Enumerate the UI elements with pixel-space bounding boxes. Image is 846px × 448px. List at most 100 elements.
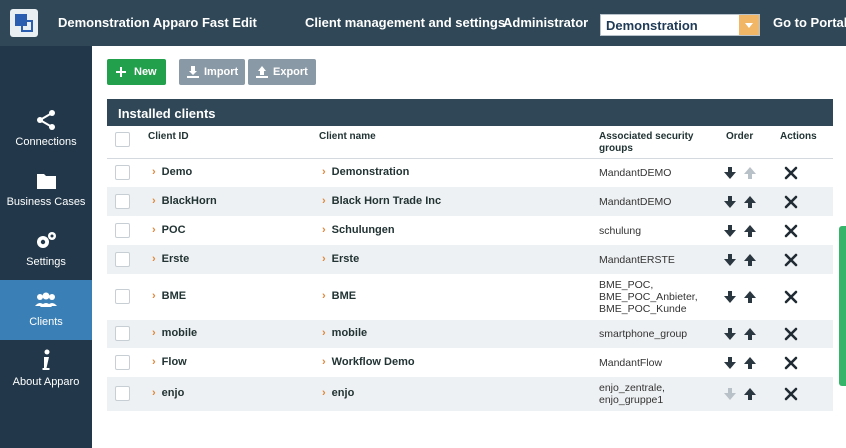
- column-header-client-id[interactable]: Client ID: [148, 131, 189, 143]
- nav-client-management[interactable]: Client management and settings: [305, 15, 505, 30]
- delete-icon[interactable]: [784, 224, 798, 238]
- arrow-up-icon[interactable]: [743, 356, 757, 370]
- delete-icon[interactable]: [784, 327, 798, 341]
- top-bar: Demonstration Apparo Fast Edit Client ma…: [0, 0, 846, 46]
- row-checkbox[interactable]: [115, 165, 130, 180]
- arrow-down-icon[interactable]: [723, 327, 737, 341]
- client-name: Black Horn Trade Inc: [331, 194, 442, 207]
- client-name-link[interactable]: › BME: [322, 290, 356, 302]
- security-group: MandantFlow: [599, 356, 663, 369]
- client-name-link[interactable]: › Schulungen: [322, 224, 395, 236]
- client-id-link[interactable]: › mobile: [152, 327, 197, 339]
- security-group: MandantERSTE: [599, 253, 675, 266]
- client-name-link[interactable]: › Erste: [322, 253, 359, 265]
- client-id: BME: [161, 290, 187, 302]
- client-id: Flow: [161, 355, 187, 368]
- arrow-up-icon[interactable]: [743, 195, 757, 209]
- arrow-up-icon[interactable]: [743, 327, 757, 341]
- arrow-down-icon[interactable]: [723, 253, 737, 267]
- chevron-right-icon: ›: [322, 252, 326, 265]
- column-header-groups-line2: groups: [599, 143, 633, 154]
- row-checkbox[interactable]: [115, 193, 130, 209]
- sidebar-item-business-cases[interactable]: Business Cases: [0, 160, 92, 220]
- client-name-link[interactable]: › enjo: [322, 387, 354, 399]
- arrow-up-icon[interactable]: [743, 253, 757, 267]
- client-name-link[interactable]: › Workflow Demo: [322, 356, 415, 368]
- chevron-right-icon: ›: [322, 194, 326, 207]
- table-row: › mobile › mobile smartphone_group: [107, 320, 833, 348]
- table-row: › enjo › enjo enjo_zentrale, enjo_gruppe1: [107, 377, 833, 411]
- arrow-down-icon[interactable]: [723, 356, 737, 370]
- sidebar-item-connections[interactable]: Connections: [0, 100, 92, 160]
- arrow-down-icon[interactable]: [723, 195, 737, 209]
- delete-icon[interactable]: [784, 387, 798, 401]
- row-checkbox[interactable]: [115, 222, 130, 238]
- folder-icon: [37, 174, 56, 189]
- client-name: Demonstration: [331, 166, 410, 178]
- go-to-portal-link[interactable]: Go to Portal: [773, 15, 846, 30]
- client-name-link[interactable]: › Demonstration: [322, 166, 409, 178]
- client-select[interactable]: Demonstration: [600, 14, 760, 36]
- client-name: Schulungen: [331, 223, 395, 236]
- security-groups: BME_POC, BME_POC_Anbieter, BME_POC_Kunde: [599, 279, 698, 315]
- client-id: mobile: [161, 327, 198, 339]
- delete-icon[interactable]: [784, 166, 798, 180]
- delete-icon[interactable]: [784, 253, 798, 267]
- row-checkbox[interactable]: [115, 386, 130, 401]
- client-id-link[interactable]: › BME: [152, 290, 186, 302]
- client-name-link[interactable]: › mobile: [322, 327, 367, 339]
- export-button[interactable]: Export: [248, 59, 316, 85]
- import-button[interactable]: Import: [179, 59, 245, 85]
- sidebar-item-about[interactable]: About Apparo: [0, 340, 92, 400]
- chevron-down-icon[interactable]: [739, 15, 759, 35]
- delete-icon[interactable]: [784, 290, 798, 304]
- delete-icon[interactable]: [784, 356, 798, 370]
- side-feedback-tab[interactable]: [839, 226, 846, 386]
- row-checkbox[interactable]: [115, 289, 130, 304]
- export-button-label: Export: [273, 66, 308, 78]
- sidebar-item-label: Clients: [29, 316, 63, 328]
- gears-icon: [37, 232, 56, 248]
- share-icon: [37, 110, 55, 130]
- client-name: mobile: [331, 327, 368, 339]
- client-select-value: Demonstration: [606, 18, 698, 33]
- apparo-logo-icon[interactable]: [10, 9, 38, 37]
- new-button[interactable]: New: [107, 59, 166, 85]
- security-group: enjo_gruppe1: [599, 394, 664, 406]
- arrow-down-icon[interactable]: [723, 166, 737, 180]
- sidebar-item-label: Business Cases: [6, 196, 86, 208]
- client-id-link[interactable]: › Flow: [152, 356, 187, 368]
- row-checkbox[interactable]: [115, 251, 130, 267]
- arrow-up-icon[interactable]: [743, 224, 757, 238]
- select-all-checkbox[interactable]: [115, 132, 130, 147]
- client-id-link[interactable]: › Erste: [152, 253, 189, 265]
- security-group: MandantDEMO: [599, 195, 672, 208]
- security-groups: smartphone_group: [599, 328, 687, 340]
- arrow-up-icon[interactable]: [743, 290, 757, 304]
- new-button-label: New: [134, 66, 157, 78]
- client-name-link[interactable]: › Black Horn Trade Inc: [322, 195, 441, 207]
- security-group: schulung: [599, 224, 642, 237]
- column-header-client-name[interactable]: Client name: [319, 131, 376, 143]
- chevron-right-icon: ›: [152, 290, 156, 302]
- arrow-down-icon[interactable]: [723, 290, 737, 304]
- row-checkbox[interactable]: [115, 354, 130, 370]
- client-id-link[interactable]: › BlackHorn: [152, 195, 217, 207]
- sidebar-item-settings[interactable]: Settings: [0, 220, 92, 280]
- chevron-right-icon: ›: [322, 290, 326, 302]
- delete-icon[interactable]: [784, 195, 798, 209]
- nav-administrator[interactable]: Administrator: [503, 15, 588, 30]
- arrow-up-icon[interactable]: [743, 387, 757, 401]
- client-id-link[interactable]: › enjo: [152, 387, 184, 399]
- users-icon: [35, 292, 57, 307]
- chevron-right-icon: ›: [152, 327, 156, 339]
- client-id-link[interactable]: › POC: [152, 224, 186, 236]
- chevron-right-icon: ›: [322, 166, 326, 178]
- client-id-link[interactable]: › Demo: [152, 166, 192, 178]
- sidebar-item-clients[interactable]: Clients: [0, 280, 92, 340]
- client-name: BME: [331, 290, 357, 302]
- client-id: BlackHorn: [161, 194, 217, 207]
- chevron-right-icon: ›: [152, 166, 156, 178]
- row-checkbox[interactable]: [115, 326, 130, 341]
- arrow-down-icon[interactable]: [723, 224, 737, 238]
